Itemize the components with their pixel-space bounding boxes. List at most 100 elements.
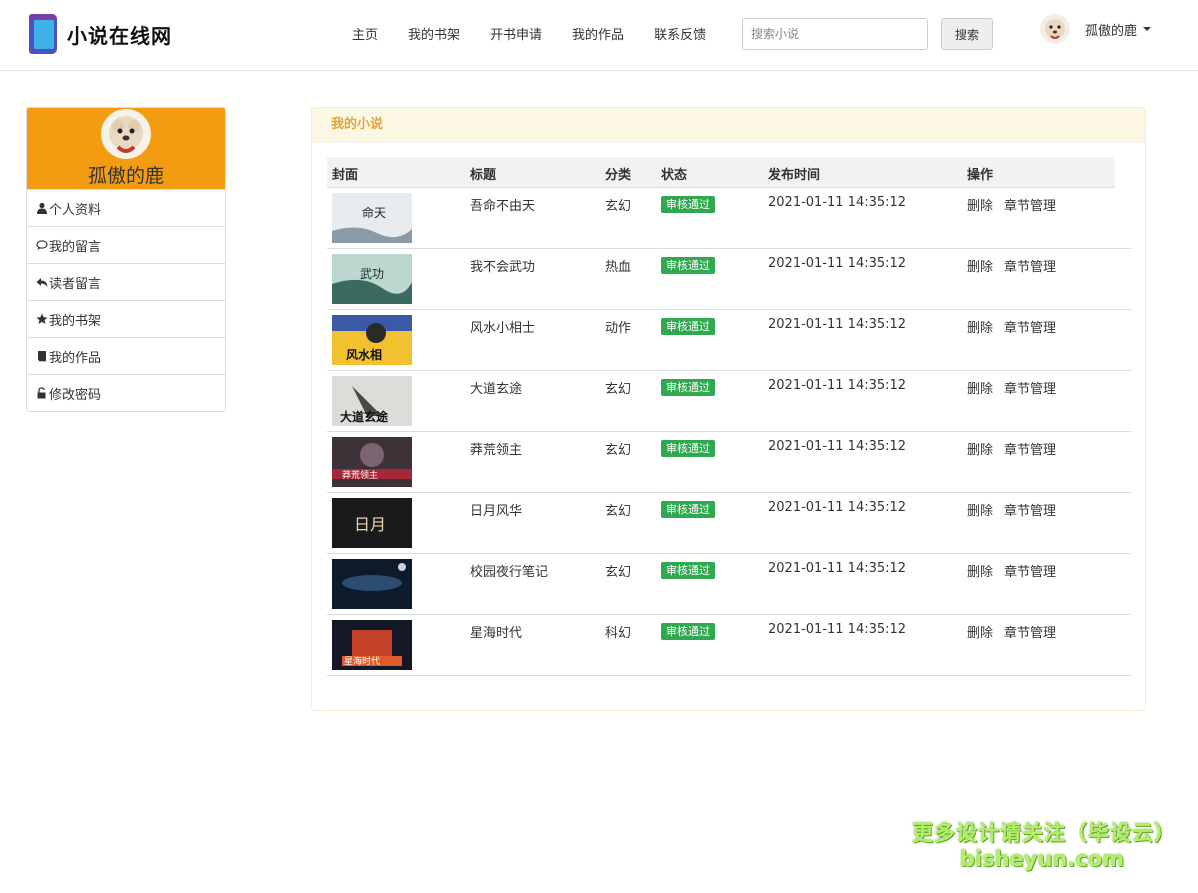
publish-time: 2021-01-11 14:35:12 (768, 561, 907, 576)
table-row: 莽荒领主 莽荒领主 玄幻 审核通过 2021-01-11 14:35:12 删除… (327, 432, 1131, 493)
table-row: 日月 日月风华 玄幻 审核通过 2021-01-11 14:35:12 删除 章… (327, 493, 1131, 554)
table-row: 校园夜行笔记 玄幻 审核通过 2021-01-11 14:35:12 删除 章节… (327, 554, 1131, 615)
book-title[interactable]: 星海时代 (470, 622, 522, 641)
search-button[interactable]: 搜索 (941, 18, 993, 50)
nav-apply-book[interactable]: 开书申请 (490, 24, 542, 43)
book-category: 动作 (605, 321, 632, 336)
table-header: 封面 标题 分类 状态 发布时间 操作 (327, 157, 1115, 188)
chapter-manage-link[interactable]: 章节管理 (1004, 378, 1056, 397)
book-category: 玄幻 (605, 382, 632, 397)
sidebar-item-label: 我的作品 (49, 350, 102, 366)
publish-time: 2021-01-11 14:35:12 (768, 622, 907, 637)
book-cover[interactable]: 武功 (332, 254, 412, 304)
watermark: 更多设计请关注（毕设云） bisheyun.com (912, 817, 1176, 871)
sidebar-item-reader-messages[interactable]: 读者留言 (27, 263, 225, 300)
watermark-line2: bisheyun.com (959, 847, 1125, 871)
chapter-manage-link[interactable]: 章节管理 (1004, 622, 1056, 641)
book-icon (38, 351, 46, 362)
nav-feedback[interactable]: 联系反馈 (654, 24, 706, 43)
book-title[interactable]: 校园夜行笔记 (470, 561, 548, 580)
nav-home[interactable]: 主页 (352, 24, 378, 43)
sidebar-item-profile[interactable]: 个人资料 (27, 189, 225, 226)
search-input[interactable] (742, 18, 928, 50)
sidebar-user-name: 孤傲的鹿 (87, 165, 164, 187)
chapter-manage-link[interactable]: 章节管理 (1004, 256, 1056, 275)
caret-down-icon (1143, 27, 1152, 31)
delete-link[interactable]: 删除 (967, 256, 993, 275)
delete-link[interactable]: 删除 (967, 500, 993, 519)
book-cover[interactable]: 大道玄途 (332, 376, 412, 426)
book-logo-icon (27, 12, 59, 56)
publish-time: 2021-01-11 14:35:12 (768, 195, 907, 210)
col-category: 分类 (605, 168, 632, 183)
publish-time: 2021-01-11 14:35:12 (768, 317, 907, 332)
sidebar-profile: 孤傲的鹿 (27, 108, 225, 189)
book-cover[interactable]: 命天 (332, 193, 412, 243)
book-cover[interactable]: 风水相 (332, 315, 412, 365)
book-title[interactable]: 吾命不由天 (470, 195, 535, 214)
sidebar-item-label: 我的书架 (49, 313, 102, 329)
publish-time: 2021-01-11 14:35:12 (768, 439, 907, 454)
chapter-manage-link[interactable]: 章节管理 (1004, 195, 1056, 214)
book-title[interactable]: 日月风华 (470, 500, 522, 519)
status-badge: 审核通过 (661, 257, 715, 274)
chapter-manage-link[interactable]: 章节管理 (1004, 439, 1056, 458)
avatar (1040, 14, 1070, 44)
user-name: 孤傲的鹿 (1085, 23, 1138, 39)
nav-my-works[interactable]: 我的作品 (572, 24, 624, 43)
table-row: 风水相 风水小相士 动作 审核通过 2021-01-11 14:35:12 删除… (327, 310, 1131, 371)
sidebar-item-my-messages[interactable]: 我的留言 (27, 226, 225, 263)
book-cover[interactable] (332, 559, 412, 609)
status-badge: 审核通过 (661, 318, 715, 335)
col-title: 标题 (470, 168, 497, 183)
book-title[interactable]: 我不会武功 (470, 256, 535, 275)
svg-text:武功: 武功 (360, 267, 384, 281)
book-title[interactable]: 风水小相士 (470, 317, 535, 336)
sidebar: 孤傲的鹿 个人资料 我的留言 读者留言 我的书架 我的作品 修改密码 (26, 107, 226, 412)
publish-time: 2021-01-11 14:35:12 (768, 378, 907, 393)
chapter-manage-link[interactable]: 章节管理 (1004, 561, 1056, 580)
status-badge: 审核通过 (661, 623, 715, 640)
watermark-line1: 更多设计请关注（毕设云） (912, 821, 1176, 845)
delete-link[interactable]: 删除 (967, 378, 993, 397)
status-badge: 审核通过 (661, 440, 715, 457)
sidebar-item-bookshelf[interactable]: 我的书架 (27, 300, 225, 337)
publish-time: 2021-01-11 14:35:12 (768, 256, 907, 271)
status-badge: 审核通过 (661, 379, 715, 396)
delete-link[interactable]: 删除 (967, 195, 993, 214)
svg-text:命天: 命天 (362, 205, 386, 220)
book-cover[interactable]: 莽荒领主 (332, 437, 412, 487)
book-category: 热血 (605, 260, 632, 275)
delete-link[interactable]: 删除 (967, 317, 993, 336)
chapter-manage-link[interactable]: 章节管理 (1004, 500, 1056, 519)
sidebar-item-label: 个人资料 (49, 202, 102, 218)
sidebar-item-change-password[interactable]: 修改密码 (27, 374, 225, 411)
col-actions: 操作 (967, 168, 994, 183)
table-row: 命天 吾命不由天 玄幻 审核通过 2021-01-11 14:35:12 删除 … (327, 188, 1131, 249)
reply-icon (36, 278, 48, 287)
book-cover[interactable]: 星海时代 (332, 620, 412, 670)
sidebar-item-label: 我的留言 (49, 239, 102, 255)
status-badge: 审核通过 (661, 562, 715, 579)
book-title[interactable]: 大道玄途 (470, 378, 522, 397)
table-row: 武功 我不会武功 热血 审核通过 2021-01-11 14:35:12 删除 … (327, 249, 1131, 310)
book-category: 玄幻 (605, 199, 632, 214)
status-badge: 审核通过 (661, 501, 715, 518)
top-navbar: 小说在线网 主页 我的书架 开书申请 我的作品 联系反馈 搜索 孤傲的鹿 (0, 0, 1198, 71)
book-title[interactable]: 莽荒领主 (470, 439, 522, 458)
delete-link[interactable]: 删除 (967, 439, 993, 458)
book-cover[interactable]: 日月 (332, 498, 412, 548)
sidebar-item-my-works[interactable]: 我的作品 (27, 337, 225, 374)
delete-link[interactable]: 删除 (967, 561, 993, 580)
brand[interactable]: 小说在线网 (27, 12, 172, 56)
user-menu[interactable]: 孤傲的鹿 (1040, 14, 1152, 44)
nav-bookshelf[interactable]: 我的书架 (408, 24, 460, 43)
col-publish-time: 发布时间 (768, 168, 821, 183)
delete-link[interactable]: 删除 (967, 622, 993, 641)
svg-text:大道玄途: 大道玄途 (340, 409, 389, 424)
avatar (101, 109, 151, 159)
col-cover: 封面 (332, 168, 359, 183)
comment-icon (36, 240, 48, 250)
book-category: 玄幻 (605, 504, 632, 519)
chapter-manage-link[interactable]: 章节管理 (1004, 317, 1056, 336)
